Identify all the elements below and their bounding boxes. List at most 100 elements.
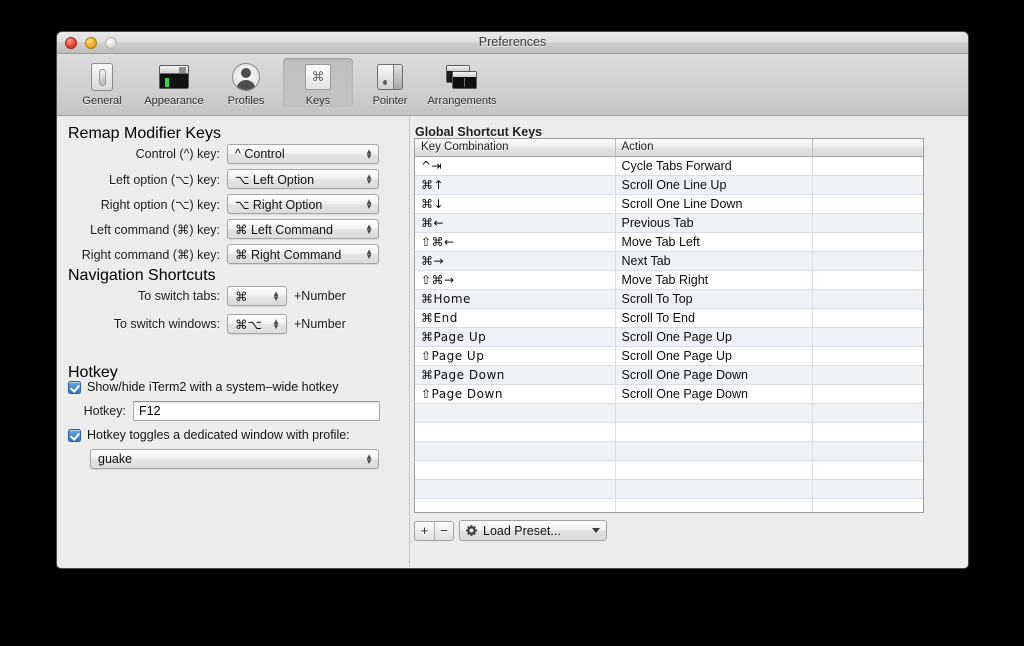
toolbar-item-profiles[interactable]: Profiles: [211, 58, 281, 107]
checkbox-checked-icon[interactable]: [68, 428, 81, 442]
table-row[interactable]: ⌘↓ Scroll One Line Down: [415, 194, 923, 214]
toolbar-item-arrangements[interactable]: Arrangements: [427, 58, 497, 107]
global-shortcuts-table-container[interactable]: Key Combination Action ^⇥ Cycle Tabs Forw…: [414, 138, 924, 513]
cell-action: Move Tab Right: [615, 270, 813, 290]
field-suffix: +Number: [294, 289, 346, 303]
toolbar-item-label: Appearance: [144, 95, 204, 107]
user-silhouette-icon: [232, 60, 260, 94]
cell-key-combination: ⌘→: [415, 251, 616, 271]
stepper-arrows-icon: ▲ ▼: [272, 317, 280, 331]
popup-value: ⌥ Left Option: [235, 172, 315, 187]
gear-icon: [466, 525, 477, 536]
table-row[interactable]: ⇧Page Down Scroll One Page Down: [415, 384, 923, 404]
key-combination-glyph: ⌘→: [421, 253, 445, 268]
table-row[interactable]: ⌘Home Scroll To Top: [415, 289, 923, 309]
stepper-arrows-icon: ▲ ▼: [365, 247, 373, 261]
toolbar-item-label: Profiles: [227, 95, 265, 107]
cell-key-combination: ⌘↓: [415, 194, 616, 214]
cell-extra: [812, 270, 923, 290]
column-header-key-combination[interactable]: Key Combination: [415, 139, 616, 157]
remove-shortcut-button[interactable]: −: [434, 521, 453, 540]
stepper-arrows-icon: ▲ ▼: [365, 452, 373, 466]
field-label: Right command (⌘) key:: [81, 247, 220, 262]
table-row[interactable]: ⌘Page Up Scroll One Page Up: [415, 327, 923, 347]
toolbar-item-keys[interactable]: ⌘ Keys: [283, 58, 353, 107]
table-row[interactable]: ⌘→ Next Tab: [415, 251, 923, 271]
table-row[interactable]: [415, 498, 923, 512]
cell-extra: [812, 289, 923, 309]
cell-extra: [812, 441, 923, 461]
cell-extra: [812, 251, 923, 271]
cell-key-combination: [415, 479, 616, 499]
table-row[interactable]: ⌘End Scroll To End: [415, 308, 923, 328]
cell-key-combination: [415, 422, 616, 442]
cell-extra: [812, 308, 923, 328]
toolbar-item-appearance[interactable]: Appearance: [139, 58, 209, 107]
column-header-action[interactable]: Action: [615, 139, 813, 157]
cell-action: [615, 422, 813, 442]
key-combination-glyph: ⌘Page Down: [421, 367, 505, 382]
table-row[interactable]: ⇧⌘→ Move Tab Right: [415, 270, 923, 290]
popup-value: guake: [98, 452, 133, 466]
table-row[interactable]: ⌘↑ Scroll One Line Up: [415, 175, 923, 195]
popup-value: ⌘: [235, 289, 248, 304]
toolbar-item-pointer[interactable]: Pointer: [355, 58, 425, 107]
show-hide-hotkey-checkbox-row[interactable]: Show/hide iTerm2 with a system–wide hotk…: [68, 380, 398, 394]
dedicated-window-checkbox-row[interactable]: Hotkey toggles a dedicated window with p…: [68, 428, 398, 442]
terminal-window-icon: [159, 60, 189, 94]
key-combination-glyph: ⌘←: [421, 215, 445, 230]
checkbox-checked-icon[interactable]: [68, 380, 81, 394]
load-preset-button[interactable]: Load Preset...: [459, 520, 607, 541]
navigation-fields: To switch tabs: ⌘ ▲ ▼ +Number To switch w…: [57, 286, 409, 334]
navigation-section-heading: Navigation Shortcuts: [68, 267, 216, 284]
left-option-key-popup[interactable]: ⌥ Left Option ▲ ▼: [227, 169, 379, 189]
table-row[interactable]: [415, 403, 923, 423]
table-row[interactable]: [415, 479, 923, 499]
switch-windows-modifier-popup[interactable]: ⌘⌥ ▲ ▼: [227, 314, 287, 334]
window-title: Preferences: [478, 35, 547, 49]
table-row[interactable]: [415, 460, 923, 480]
cell-key-combination: ⇧Page Down: [415, 384, 616, 404]
cell-extra: [812, 365, 923, 385]
table-row[interactable]: ^⇥ Cycle Tabs Forward: [415, 156, 923, 176]
keys-left-panel: Remap Modifier Keys Control (^) key: ^ C…: [57, 116, 409, 567]
hotkey-fields: Show/hide iTerm2 with a system–wide hotk…: [68, 380, 398, 469]
table-row[interactable]: ⌘Page Down Scroll One Page Down: [415, 365, 923, 385]
cell-key-combination: ^⇥: [415, 156, 616, 176]
hotkey-input[interactable]: F12: [133, 401, 380, 421]
field-suffix: +Number: [294, 317, 346, 331]
remap-row: Left command (⌘) key: ⌘ Left Command ▲ ▼: [57, 219, 409, 239]
cell-action: Scroll One Page Up: [615, 327, 813, 347]
control-key-popup[interactable]: ^ Control ▲ ▼: [227, 144, 379, 164]
checkbox-label: Hotkey toggles a dedicated window with p…: [87, 428, 350, 442]
key-combination-glyph: ⌘Page Up: [421, 329, 487, 344]
cell-action: [615, 479, 813, 499]
cell-extra: [812, 175, 923, 195]
cell-key-combination: ⇧⌘→: [415, 270, 616, 290]
table-row[interactable]: [415, 441, 923, 461]
profile-popup-wrap: guake ▲ ▼: [68, 449, 398, 469]
right-option-key-popup[interactable]: ⌥ Right Option ▲ ▼: [227, 194, 379, 214]
checkbox-label: Show/hide iTerm2 with a system–wide hotk…: [87, 380, 339, 394]
table-row[interactable]: ⇧⌘← Move Tab Left: [415, 232, 923, 252]
cell-action: Cycle Tabs Forward: [615, 156, 813, 176]
remap-row: Control (^) key: ^ Control ▲ ▼: [57, 144, 409, 164]
chevron-down-icon: [592, 528, 600, 533]
keys-right-panel: Global Shortcut Keys Key Combination Act…: [410, 116, 968, 567]
add-shortcut-button[interactable]: +: [415, 522, 434, 540]
switch-tabs-modifier-popup[interactable]: ⌘ ▲ ▼: [227, 286, 287, 306]
key-combination-glyph: ⇧Page Up: [421, 348, 485, 363]
left-command-key-popup[interactable]: ⌘ Left Command ▲ ▼: [227, 219, 379, 239]
table-header-row: Key Combination Action: [415, 139, 923, 157]
column-header-extra[interactable]: [812, 139, 923, 157]
table-row[interactable]: ⇧Page Up Scroll One Page Up: [415, 346, 923, 366]
table-body: ^⇥ Cycle Tabs Forward ⌘↑ Scroll One Line Up…: [415, 156, 923, 512]
table-row[interactable]: [415, 422, 923, 442]
toolbar-item-general[interactable]: General: [67, 58, 137, 107]
cell-key-combination: [415, 403, 616, 423]
remap-row: Left option (⌥) key: ⌥ Left Option ▲ ▼: [57, 169, 409, 189]
dedicated-profile-popup[interactable]: guake ▲ ▼: [90, 449, 379, 469]
table-row[interactable]: ⌘← Previous Tab: [415, 213, 923, 233]
window-titlebar[interactable]: Preferences: [57, 32, 968, 54]
right-command-key-popup[interactable]: ⌘ Right Command ▲ ▼: [227, 244, 379, 264]
